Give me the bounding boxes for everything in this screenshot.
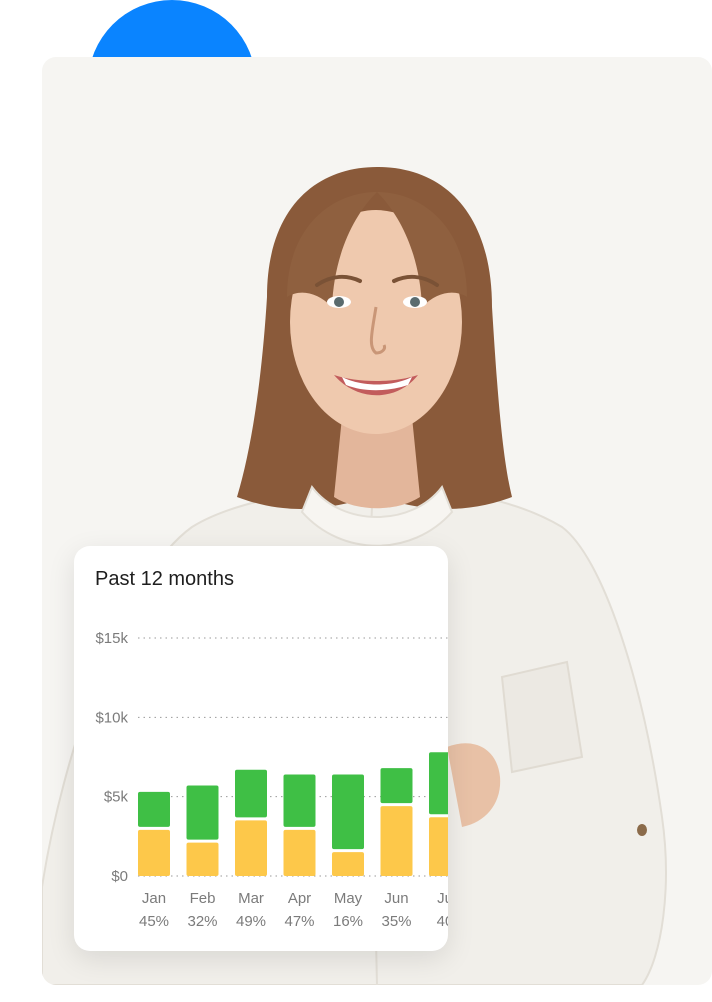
- percentage-label: 32%: [187, 913, 217, 930]
- bar-segment: [429, 752, 448, 815]
- bar-segment: [283, 829, 316, 876]
- percentage-label: 49%: [236, 913, 266, 930]
- y-tick-label: $0: [111, 868, 128, 885]
- x-tick-label: Ju: [437, 890, 448, 907]
- y-tick-label: $15k: [95, 630, 128, 647]
- bar-segment: [138, 829, 170, 876]
- percentage-label: 45%: [139, 913, 169, 930]
- percentage-label: 47%: [284, 913, 314, 930]
- bar-segment: [380, 768, 413, 804]
- x-tick-label: May: [334, 890, 363, 907]
- y-tick-label: $10k: [95, 709, 128, 726]
- y-tick-label: $5k: [104, 789, 129, 806]
- x-tick-label: Jun: [384, 890, 408, 907]
- x-tick-label: Jan: [142, 890, 166, 907]
- bar-segment: [332, 852, 364, 876]
- percentage-label: 40: [437, 913, 448, 930]
- bar-segment: [186, 785, 219, 840]
- bar-segment: [138, 791, 170, 827]
- bar-segment: [380, 806, 413, 876]
- x-tick-label: Feb: [190, 890, 216, 907]
- percentage-label: 16%: [333, 913, 363, 930]
- bar-segment: [332, 774, 364, 850]
- bar-segment: [429, 817, 448, 876]
- x-tick-label: Apr: [288, 890, 311, 907]
- bar-segment: [283, 774, 316, 827]
- x-tick-label: Mar: [238, 890, 264, 907]
- bar-segment: [186, 842, 219, 876]
- bar-chart: $0 $5k $10k $15k Jan 45% Feb 32% Mar 49% Apr 47% May…: [95, 630, 448, 930]
- percentage-label: 35%: [381, 913, 411, 930]
- bar-segment: [235, 769, 267, 818]
- chart-card: Past 12 months $0 $5k $10k $15k Jan 45% Feb 32%…: [74, 546, 448, 951]
- bar-segment: [235, 820, 267, 876]
